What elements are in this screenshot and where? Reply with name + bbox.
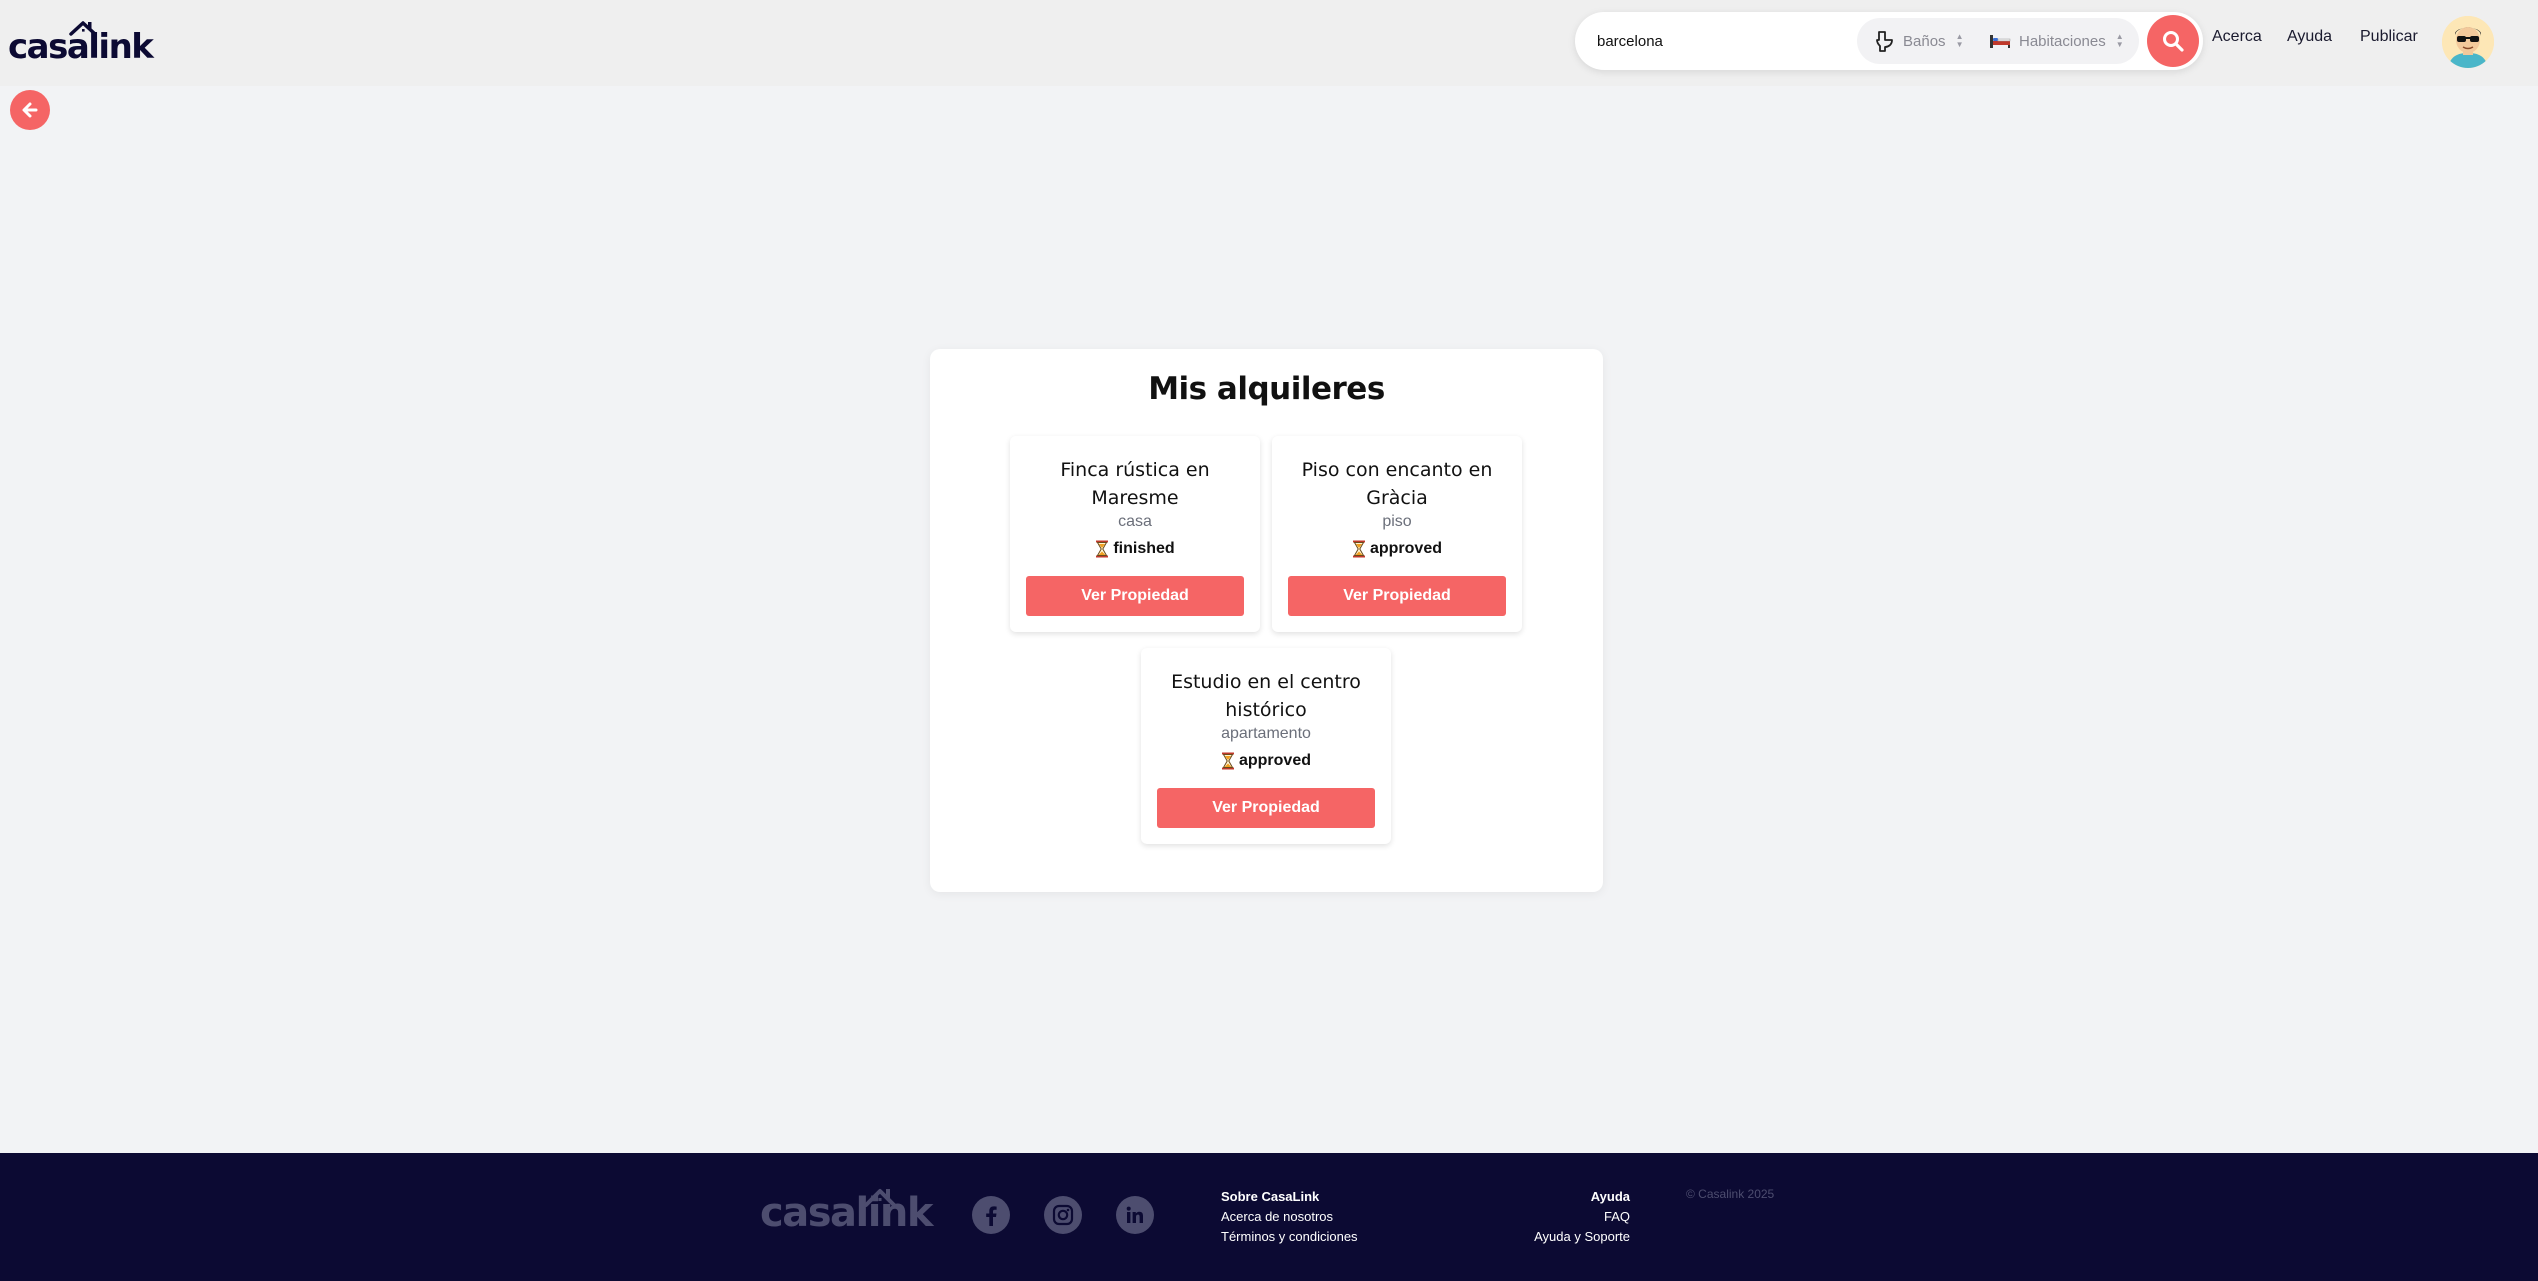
baths-placeholder: Baños bbox=[1903, 32, 1946, 50]
footer-logo[interactable]: casalink bbox=[760, 1189, 934, 1236]
house-logo-icon bbox=[69, 21, 97, 36]
facebook-link[interactable] bbox=[972, 1196, 1010, 1234]
nav-ayuda-link[interactable]: Ayuda bbox=[2287, 28, 2332, 46]
arrow-left-icon bbox=[22, 102, 38, 118]
hourglass-icon bbox=[1221, 752, 1234, 770]
bed-icon bbox=[1990, 35, 2011, 48]
filter-group: Baños ▲ ▼ Habitaciones ▲ ▼ bbox=[1857, 18, 2139, 64]
search-button[interactable] bbox=[2147, 15, 2199, 67]
footer-about-heading: Sobre CasaLink bbox=[1221, 1189, 1320, 1204]
rental-type: casa bbox=[1118, 513, 1152, 530]
search-bar: Baños ▲▼ Habitaciones ▲▼ bbox=[1575, 12, 2203, 70]
search-icon bbox=[2163, 31, 2184, 52]
hourglass-icon bbox=[1352, 540, 1365, 558]
hourglass-icon bbox=[1096, 540, 1109, 558]
instagram-link[interactable] bbox=[1044, 1196, 1082, 1234]
footer-house-logo-icon bbox=[864, 1189, 896, 1207]
nav-publicar-link[interactable]: Publicar bbox=[2360, 28, 2418, 46]
view-property-button[interactable]: Ver Propiedad bbox=[1026, 576, 1244, 616]
footer-help-column: Ayuda FAQ Ayuda y Soporte bbox=[1500, 1187, 1630, 1247]
footer-link-about-us[interactable]: Acerca de nosotros bbox=[1221, 1207, 1358, 1227]
footer-help-heading: Ayuda bbox=[1590, 1189, 1630, 1204]
rooms-stepper-icon[interactable]: ▲ ▼ bbox=[2114, 32, 2126, 50]
rental-card: Finca rústica en Maresme casa finished V… bbox=[1010, 436, 1260, 632]
rental-type: piso bbox=[1382, 513, 1412, 530]
top-header: casalink Baños ▲▼ bbox=[0, 0, 2538, 86]
rentals-panel: Mis alquileres Finca rústica en Maresme … bbox=[930, 349, 1603, 892]
rental-card: Piso con encanto en Gràcia piso approved… bbox=[1272, 436, 1522, 632]
rental-card: Estudio en el centro histórico apartamen… bbox=[1141, 648, 1391, 844]
toilet-icon bbox=[1876, 31, 1893, 52]
footer-link-faq[interactable]: FAQ bbox=[1500, 1207, 1630, 1227]
back-button[interactable] bbox=[10, 90, 50, 130]
linkedin-icon bbox=[1126, 1206, 1143, 1223]
rental-status: approved bbox=[1272, 540, 1522, 558]
rental-status: finished bbox=[1010, 540, 1260, 558]
instagram-icon bbox=[1052, 1204, 1074, 1226]
page-title: Mis alquileres bbox=[1148, 371, 1385, 407]
casalink-logo[interactable]: casalink bbox=[8, 18, 154, 64]
footer-copyright: © Casalink 2025 bbox=[1686, 1187, 1775, 1201]
rental-title: Finca rústica en Maresme bbox=[1060, 459, 1210, 509]
site-footer: casalink Sobre CasaLink Acerca de nosotr… bbox=[0, 1153, 2538, 1281]
nav-acerca-link[interactable]: Acerca bbox=[2212, 28, 2262, 46]
rental-type: apartamento bbox=[1221, 725, 1311, 742]
rental-status-text: approved bbox=[1369, 540, 1442, 557]
rooms-filter[interactable]: Habitaciones ▲ ▼ bbox=[1989, 18, 2126, 64]
rental-title: Piso con encanto en Gràcia bbox=[1301, 459, 1493, 509]
rental-status-text: approved bbox=[1238, 752, 1311, 769]
rooms-placeholder: Habitaciones bbox=[2019, 32, 2106, 50]
footer-link-terms[interactable]: Términos y condiciones bbox=[1221, 1227, 1358, 1247]
baths-stepper-icon[interactable]: ▲ ▼ bbox=[1954, 32, 1966, 50]
rental-title: Estudio en el centro histórico bbox=[1171, 671, 1361, 721]
footer-about-column: Sobre CasaLink Acerca de nosotros Términ… bbox=[1221, 1187, 1358, 1247]
footer-link-support[interactable]: Ayuda y Soporte bbox=[1500, 1227, 1630, 1247]
linkedin-link[interactable] bbox=[1116, 1196, 1154, 1234]
facebook-icon bbox=[986, 1206, 997, 1226]
avatar-face-icon bbox=[2442, 16, 2494, 68]
view-property-button[interactable]: Ver Propiedad bbox=[1157, 788, 1375, 828]
baths-filter[interactable]: Baños ▲ ▼ bbox=[1875, 18, 1966, 64]
rental-status: approved bbox=[1141, 752, 1391, 770]
view-property-button[interactable]: Ver Propiedad bbox=[1288, 576, 1506, 616]
rental-status-text: finished bbox=[1113, 540, 1175, 557]
footer-logo-text: casalink bbox=[760, 1190, 934, 1236]
user-avatar[interactable] bbox=[2442, 16, 2494, 68]
